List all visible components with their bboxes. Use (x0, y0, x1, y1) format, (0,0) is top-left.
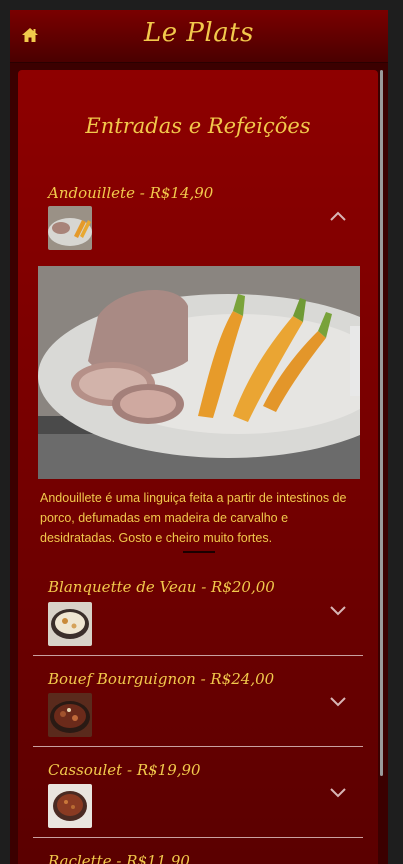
section-title: Entradas e Refeições (85, 114, 311, 138)
thumb-bouef[interactable] (48, 693, 92, 737)
thumb-andouillete[interactable] (48, 206, 92, 250)
menu-card: Entradas e Refeições Andouillete - R$14,… (18, 70, 378, 864)
top-bar: Le Plats (10, 10, 388, 63)
item-title-blanquette[interactable]: Blanquette de Veau - R$20,00 (48, 578, 275, 596)
thumb-cassoulet[interactable] (48, 784, 92, 828)
andouillete-photo (38, 266, 360, 479)
thumb-blanquette[interactable] (48, 602, 92, 646)
description-underline (183, 551, 215, 553)
item-title-raclette[interactable]: Raclette - R$11,90 (48, 852, 190, 864)
divider (33, 837, 363, 838)
app-brand-title: Le Plats (143, 18, 255, 48)
chevron-down-icon[interactable] (329, 695, 347, 707)
chevron-up-icon[interactable] (329, 210, 347, 222)
app-frame: Le Plats Entradas e Refeições Andouillet… (10, 10, 388, 864)
item-title-bouef[interactable]: Bouef Bourguignon - R$24,00 (48, 670, 274, 688)
chevron-down-icon[interactable] (329, 604, 347, 616)
divider (33, 655, 363, 656)
item-title-cassoulet[interactable]: Cassoulet - R$19,90 (48, 761, 201, 779)
divider (33, 746, 363, 747)
item-title-andouillete[interactable]: Andouillete - R$14,90 (48, 184, 213, 202)
scrollbar[interactable] (380, 70, 383, 776)
chevron-down-icon[interactable] (329, 786, 347, 798)
item-description: Andouillete é uma linguiça feita a parti… (40, 491, 347, 545)
